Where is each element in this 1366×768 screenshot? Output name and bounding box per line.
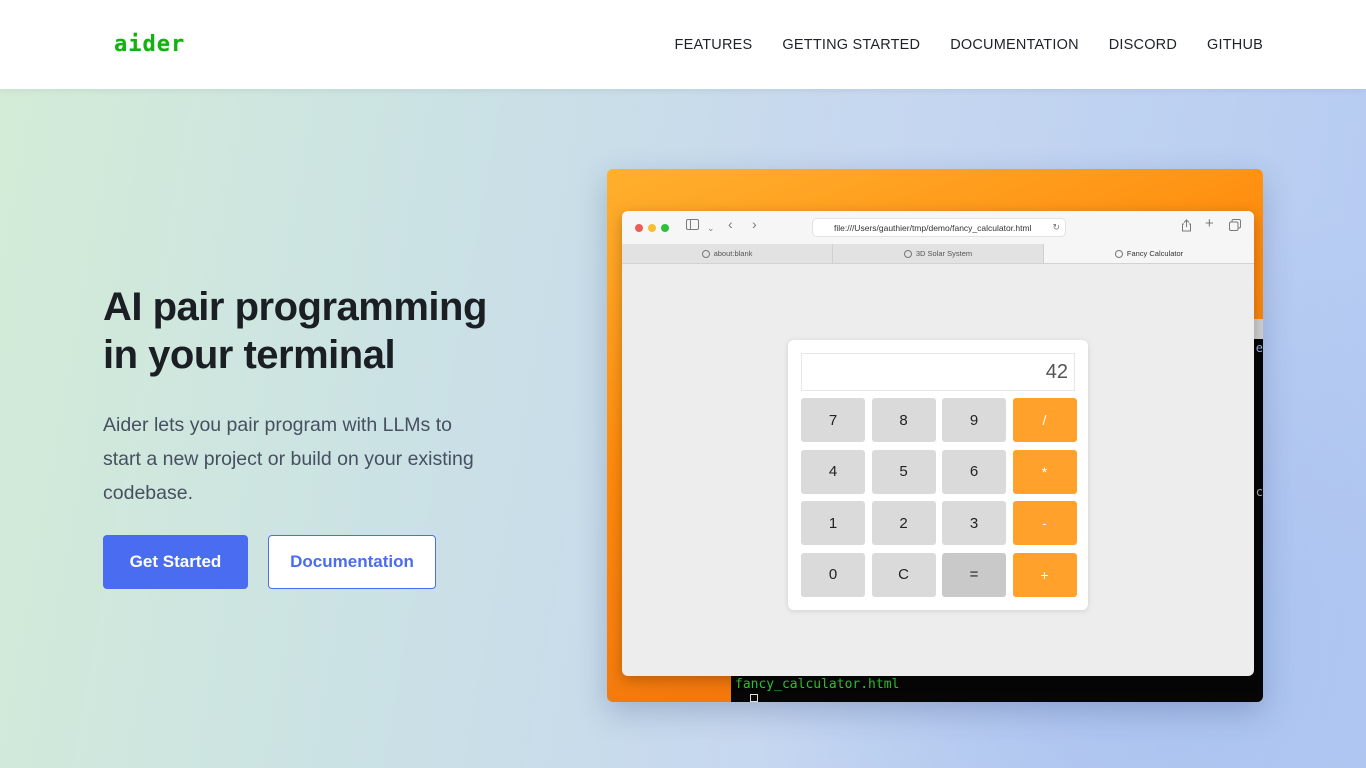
terminal-glyph: c [1255, 485, 1263, 499]
hero-headline: AI pair programming in your terminal [103, 283, 543, 379]
terminal-output-line: fancy_calculator.html [735, 677, 900, 692]
browser-toolbar: ⌄ ‹ › file:///Users/gauthier/tmp/demo/fa… [622, 211, 1254, 244]
tab-fancy-calculator[interactable]: Fancy Calculator [1044, 244, 1254, 263]
hero-section: AI pair programming in your terminal Aid… [0, 89, 1366, 768]
nav-discord[interactable]: DISCORD [1109, 37, 1177, 53]
close-window-icon[interactable] [635, 224, 643, 232]
url-text: file:///Users/gauthier/tmp/demo/fancy_ca… [834, 222, 1032, 233]
key-4[interactable]: 4 [801, 449, 865, 494]
tab-about-blank[interactable]: about:blank [622, 244, 833, 263]
nav-github[interactable]: GITHUB [1207, 37, 1263, 53]
url-bar[interactable]: file:///Users/gauthier/tmp/demo/fancy_ca… [812, 218, 1066, 237]
sidebar-toggle-icon[interactable] [686, 219, 699, 233]
tab-solar-system[interactable]: 3D Solar System [833, 244, 1044, 263]
key-clear[interactable]: C [871, 552, 936, 597]
key-8[interactable]: 8 [871, 398, 936, 442]
key-9[interactable]: 9 [942, 398, 1006, 442]
key-3[interactable]: 3 [942, 501, 1006, 545]
tab-label: Fancy Calculator [1126, 249, 1184, 258]
calculator-display: 42 [801, 353, 1075, 391]
terminal-glyph: e [1255, 341, 1263, 355]
minimize-window-icon[interactable] [648, 224, 656, 232]
aider-logo[interactable]: aider [114, 32, 185, 57]
main-nav: FEATURES GETTING STARTED DOCUMENTATION D… [675, 37, 1263, 53]
headline-line-2: in your terminal [103, 333, 396, 377]
key-1[interactable]: 1 [801, 501, 865, 545]
compass-icon [1114, 249, 1123, 258]
headline-line-1: AI pair programming [103, 285, 487, 329]
tab-overview-icon[interactable] [1229, 219, 1241, 234]
terminal-titlebar [1254, 319, 1263, 339]
nav-documentation[interactable]: DOCUMENTATION [950, 37, 1079, 53]
forward-icon[interactable]: › [752, 217, 757, 231]
reload-icon[interactable]: ↻ [1052, 222, 1060, 233]
new-tab-icon[interactable]: + [1205, 216, 1214, 231]
documentation-button[interactable]: Documentation [268, 535, 436, 589]
chevron-down-icon[interactable]: ⌄ [707, 221, 715, 235]
browser-window: ⌄ ‹ › file:///Users/gauthier/tmp/demo/fa… [622, 211, 1254, 676]
key-subtract[interactable]: - [1012, 501, 1077, 545]
nav-features[interactable]: FEATURES [675, 37, 753, 53]
key-0[interactable]: 0 [801, 552, 865, 597]
site-header: aider FEATURES GETTING STARTED DOCUMENTA… [0, 0, 1366, 89]
compass-icon [701, 249, 710, 258]
share-icon[interactable] [1181, 219, 1192, 235]
key-2[interactable]: 2 [871, 501, 936, 545]
key-7[interactable]: 7 [801, 398, 865, 442]
key-multiply[interactable]: * [1012, 449, 1077, 494]
terminal-cursor [750, 694, 758, 702]
key-add[interactable]: + [1012, 552, 1077, 597]
calculator-keypad: 7 8 9 / 4 5 6 * 1 2 3 - 0 C = + [801, 398, 1077, 597]
nav-getting-started[interactable]: GETTING STARTED [782, 37, 920, 53]
hero-subtext: Aider lets you pair program with LLMs to… [103, 414, 474, 504]
back-icon[interactable]: ‹ [728, 217, 733, 231]
key-equals[interactable]: = [942, 552, 1006, 597]
key-divide[interactable]: / [1012, 398, 1077, 442]
demo-screenshot: e c fancy_calculator.html ⌄ ‹ › file:///… [607, 169, 1263, 702]
maximize-window-icon[interactable] [661, 224, 669, 232]
key-6[interactable]: 6 [942, 449, 1006, 494]
key-5[interactable]: 5 [871, 449, 936, 494]
browser-tabs: about:blank 3D Solar System Fancy Calcul… [622, 244, 1254, 264]
compass-icon [903, 249, 912, 258]
get-started-button[interactable]: Get Started [103, 535, 248, 589]
tab-label: 3D Solar System [915, 249, 973, 258]
calculator: 42 7 8 9 / 4 5 6 * 1 2 3 - 0 C = + [788, 340, 1088, 610]
tab-label: about:blank [713, 249, 753, 258]
